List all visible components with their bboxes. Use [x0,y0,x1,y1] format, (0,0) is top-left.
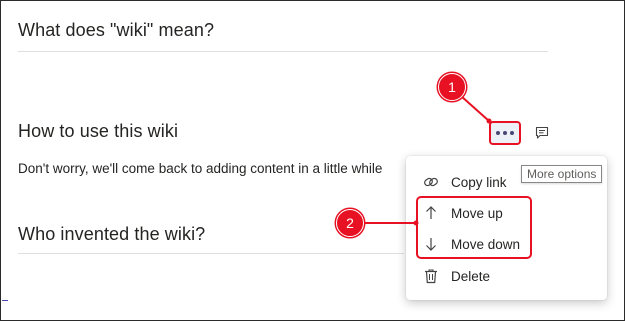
ellipsis-icon [510,131,514,135]
annotation-highlight-move-items [416,196,532,259]
ellipsis-icon [496,131,500,135]
link-icon [422,173,440,191]
menu-item-label: Copy link [451,174,507,190]
menu-item-label: Delete [451,268,491,284]
section-title-how-to-use: How to use this wiki [18,121,179,141]
more-options-button[interactable] [489,121,521,145]
comment-icon[interactable] [535,126,549,140]
annotation-callout-2: 2 [336,209,364,237]
annotation-callout-1: 1 [438,73,466,101]
section-divider [18,253,404,254]
section-title-what-does-wiki-mean: What does "wiki" mean? [18,20,215,40]
ellipsis-icon [503,131,507,135]
trash-icon [422,267,440,285]
section-divider [18,51,548,52]
more-options-tooltip: More options [521,165,603,183]
section-body-text: Don't worry, we'll come back to adding c… [18,161,383,176]
edge-marker [2,300,8,301]
section-title-who-invented: Who invented the wiki? [18,224,206,244]
menu-item-delete[interactable]: Delete [406,260,607,292]
